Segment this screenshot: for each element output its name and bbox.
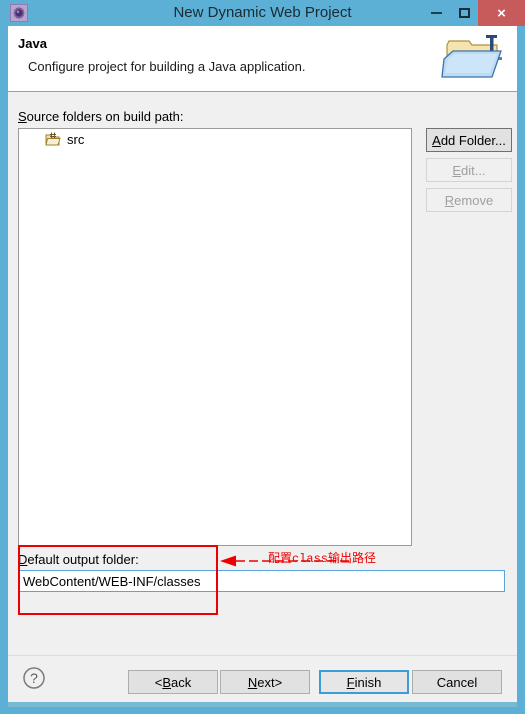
finish-button[interactable]: Finish (319, 670, 409, 694)
add-folder-button[interactable]: Add Folder... (426, 128, 512, 152)
back-pre: < (154, 674, 163, 690)
maximize-button[interactable] (450, 0, 478, 26)
remove-label: emove (454, 192, 494, 208)
window-bottom-border (0, 702, 525, 714)
svg-text:?: ? (30, 670, 38, 686)
default-output-folder-label: Default output folder: (18, 552, 139, 567)
finish-label: inish (354, 674, 382, 690)
source-folders-label: Source folders on build path: (18, 109, 184, 124)
close-button[interactable]: × (478, 0, 525, 26)
edit-label: dit... (461, 162, 486, 178)
add-folder-mnemonic: A (432, 132, 441, 148)
wizard-content: Source folders on build path: src A dd F… (8, 92, 517, 655)
default-output-folder-text: efault output folder: (27, 552, 139, 567)
wizard-header: Java Configure project for building a Ja… (8, 26, 517, 92)
edit-button[interactable]: Edit... (426, 158, 512, 182)
next-label: ext (257, 674, 275, 690)
java-folder-icon (439, 29, 509, 87)
add-folder-label: dd Folder... (440, 132, 506, 148)
back-button[interactable]: < Back (128, 670, 218, 694)
title-bar: New Dynamic Web Project × (0, 0, 525, 26)
default-output-folder-input[interactable] (18, 570, 505, 592)
dialog-footer: ? < Back Next > Finish Cancel (8, 655, 517, 702)
close-icon: × (497, 4, 506, 22)
finish-mnemonic: F (346, 674, 355, 690)
help-icon[interactable]: ? (22, 666, 46, 690)
back-label: ack (171, 674, 192, 690)
cancel-button[interactable]: Cancel (412, 670, 502, 694)
remove-mnemonic: R (444, 192, 455, 208)
annotation-text: 配置class输出路径 (268, 552, 377, 566)
list-item-label: src (67, 131, 85, 147)
edit-mnemonic: E (452, 162, 462, 178)
minimize-icon (430, 12, 442, 14)
list-item[interactable]: src (19, 129, 411, 149)
back-mnemonic: B (162, 674, 172, 690)
next-mnemonic: N (247, 674, 258, 690)
source-folders-label-mnemonic: S (18, 109, 27, 124)
package-folder-icon (45, 132, 61, 147)
page-description: Configure project for building a Java ap… (28, 59, 306, 74)
page-title: Java (18, 36, 47, 51)
cancel-label: Cancel (436, 674, 478, 690)
remove-button[interactable]: Remove (426, 188, 512, 212)
minimize-button[interactable] (422, 0, 450, 26)
window-bottom-inner (8, 702, 517, 707)
source-folders-list[interactable]: src (18, 128, 412, 546)
default-output-folder-mnemonic: D (18, 552, 28, 567)
dialog-window: New Dynamic Web Project × Java Configure… (0, 0, 525, 714)
source-folders-label-text: ource folders on build path: (26, 109, 184, 124)
maximize-icon (458, 8, 470, 18)
next-post: > (274, 674, 283, 690)
next-button[interactable]: Next > (220, 670, 310, 694)
